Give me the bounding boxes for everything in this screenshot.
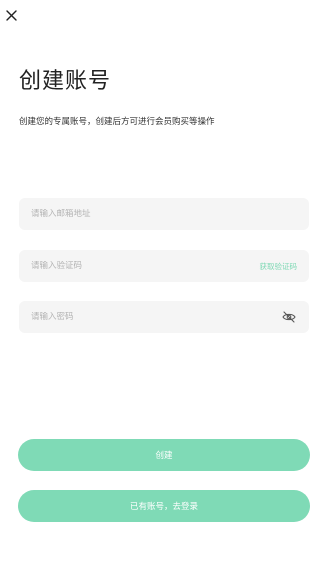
page-subtitle: 创建您的专属账号，创建后方可进行会员购买等操作 [19,117,215,127]
create-account-button[interactable]: 创建 [18,439,310,471]
close-button[interactable] [4,8,18,22]
password-field[interactable] [19,301,309,333]
eye-off-icon [282,311,296,323]
go-to-login-button[interactable]: 已有账号，去登录 [18,490,310,522]
email-field[interactable] [19,198,309,230]
password-input[interactable] [31,312,281,322]
verification-code-input[interactable] [31,261,260,271]
get-code-button[interactable]: 获取验证码 [260,261,298,272]
password-visibility-toggle[interactable] [281,309,297,325]
email-input[interactable] [31,209,297,219]
page-title: 创建账号 [19,69,112,94]
close-icon [5,9,17,21]
verification-code-field[interactable]: 获取验证码 [19,250,309,282]
